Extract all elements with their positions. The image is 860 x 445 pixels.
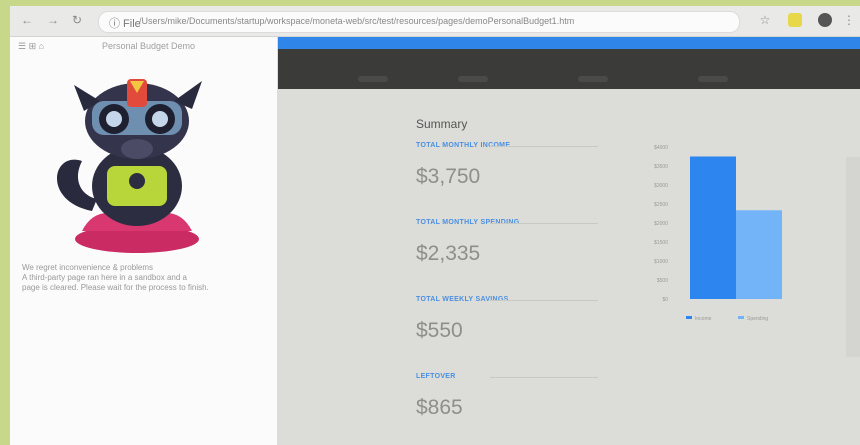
leftover-label: LEFTOVER [416,373,456,380]
browser-toolbar: ← → ↻ ⓘ File /Users/mike/Documents/start… [10,6,860,37]
address-info: ⓘ File [109,18,141,30]
note-line-1: We regret inconvenience & problems [22,263,154,272]
mascot-illustration [57,79,202,253]
extension-icon[interactable] [788,13,802,27]
url-text: /Users/mike/Documents/startup/workspace/… [139,16,575,26]
y-tick-label: $2500 [654,202,668,208]
profile-avatar-icon[interactable] [818,13,832,27]
divider [490,146,598,147]
bookmark-icon[interactable]: ☆ [758,13,772,27]
legend-label: Spending [747,316,768,322]
browser-window: ← → ↻ ⓘ File /Users/mike/Documents/start… [10,6,860,445]
forward-icon[interactable]: → [46,13,60,27]
app-nav-bar [278,49,860,89]
note-line-3: page is cleared. Please wait for the pro… [22,283,209,292]
menu-icon[interactable]: ⋮ [842,13,856,27]
y-tick-label: $4000 [654,145,668,151]
divider [490,223,598,224]
sandbox-note: We regret inconvenience & problems A thi… [22,263,262,293]
pane-toolbar[interactable]: ☰ ⊞ ⌂ [18,41,44,52]
nav-tab-1[interactable] [358,76,388,82]
preview-pane: ☰ ⊞ ⌂ Personal Budget Demo We regret inc… [10,37,278,445]
spending-value: $2,335 [416,242,481,265]
bar-income[interactable] [690,156,736,300]
y-tick-label: $3500 [654,164,668,170]
scroll-edge [846,157,860,357]
income-value: $3,750 [416,165,481,188]
note-line-2: A third-party page ran here in a sandbox… [22,273,187,282]
y-tick-label: $1000 [654,259,668,265]
accent-strip [278,37,860,49]
y-tick-label: $0 [662,297,668,303]
nav-tab-3[interactable] [578,76,608,82]
savings-value: $550 [416,319,463,342]
divider [490,377,598,378]
summary-heading: Summary [416,117,468,131]
leftover-value: $865 [416,396,463,419]
back-icon[interactable]: ← [20,13,34,27]
divider [490,300,598,301]
y-tick-label: $2000 [654,221,668,227]
budget-bar-chart: $4000 $3500 $3000 $2500 $2000 $1500 $1000 $500 $… [654,145,782,322]
legend-swatch [686,316,692,319]
y-tick-label: $3000 [654,183,668,189]
pane-title: Personal Budget Demo [102,41,196,51]
y-tick-label: $500 [657,278,668,284]
legend-swatch [738,316,744,319]
nav-tab-2[interactable] [458,76,488,82]
bar-spending[interactable] [736,210,782,299]
budget-app-pane: Summary TOTAL MONTHLY INCOME $3,750 TOTA… [278,37,860,445]
legend-label: Income [695,316,712,322]
y-tick-label: $1500 [654,240,668,246]
address-bar[interactable]: ⓘ File /Users/mike/Documents/startup/wor… [98,11,740,33]
nav-tab-4[interactable] [698,76,728,82]
reload-icon[interactable]: ↻ [70,13,84,27]
